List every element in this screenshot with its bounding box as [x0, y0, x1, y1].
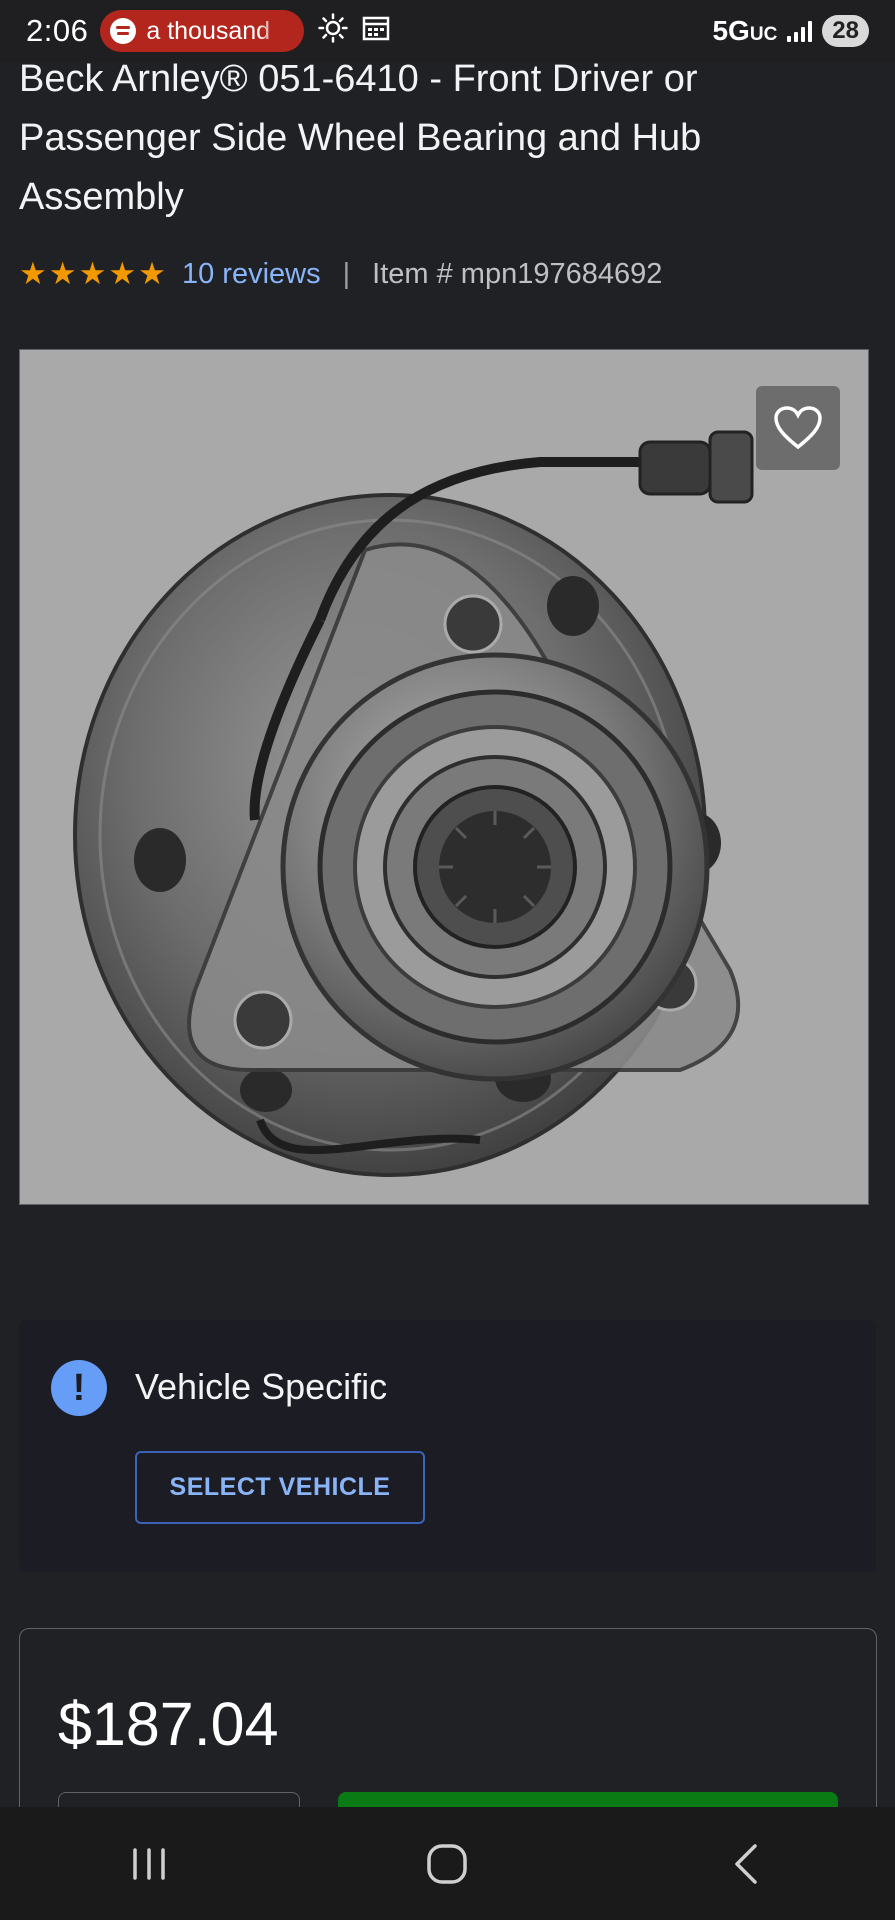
product-image[interactable] — [19, 349, 869, 1205]
product-title: Beck Arnley® 051-6410 - Front Driver or … — [19, 58, 702, 218]
product-price: $187.04 — [58, 1690, 279, 1758]
status-bar: 2:06 a thousand 5GUC 28 — [0, 0, 895, 62]
back-button[interactable] — [686, 1824, 806, 1904]
home-button[interactable] — [387, 1824, 507, 1904]
heart-outline-icon — [774, 406, 822, 450]
brightness-icon — [318, 12, 349, 50]
item-number: Item # mpn197684692 — [372, 257, 663, 290]
meta-separator: | — [342, 257, 351, 290]
calendar-icon — [362, 15, 390, 48]
product-meta-row: ★★★★★ 10 reviews | Item # mpn197684692 — [19, 254, 662, 294]
spotify-icon — [110, 18, 137, 44]
recents-button[interactable] — [89, 1824, 209, 1904]
wheel-hub-illustration — [73, 430, 754, 1177]
back-icon — [735, 1843, 757, 1884]
signal-icon — [787, 20, 813, 42]
now-playing-text: a thousand — [146, 16, 271, 45]
network-indicator: 5GUC — [712, 15, 778, 46]
rating-stars: ★★★★★ — [19, 256, 168, 291]
recents-icon — [133, 1847, 165, 1880]
reviews-link[interactable]: 10 reviews — [182, 258, 321, 291]
status-time: 2:06 — [26, 13, 89, 48]
vehicle-specific-card: ! Vehicle Specific SELECT VEHICLE — [19, 1320, 876, 1572]
home-icon — [427, 1843, 468, 1884]
select-vehicle-button[interactable]: SELECT VEHICLE — [135, 1451, 425, 1524]
now-playing-chip[interactable]: a thousand — [100, 10, 305, 52]
vehicle-specific-title: Vehicle Specific — [135, 1366, 388, 1407]
system-nav-bar — [0, 1807, 895, 1920]
exclamation-circle-icon: ! — [51, 1360, 107, 1416]
favorite-button[interactable] — [756, 386, 840, 470]
battery-indicator: 28 — [822, 15, 869, 47]
